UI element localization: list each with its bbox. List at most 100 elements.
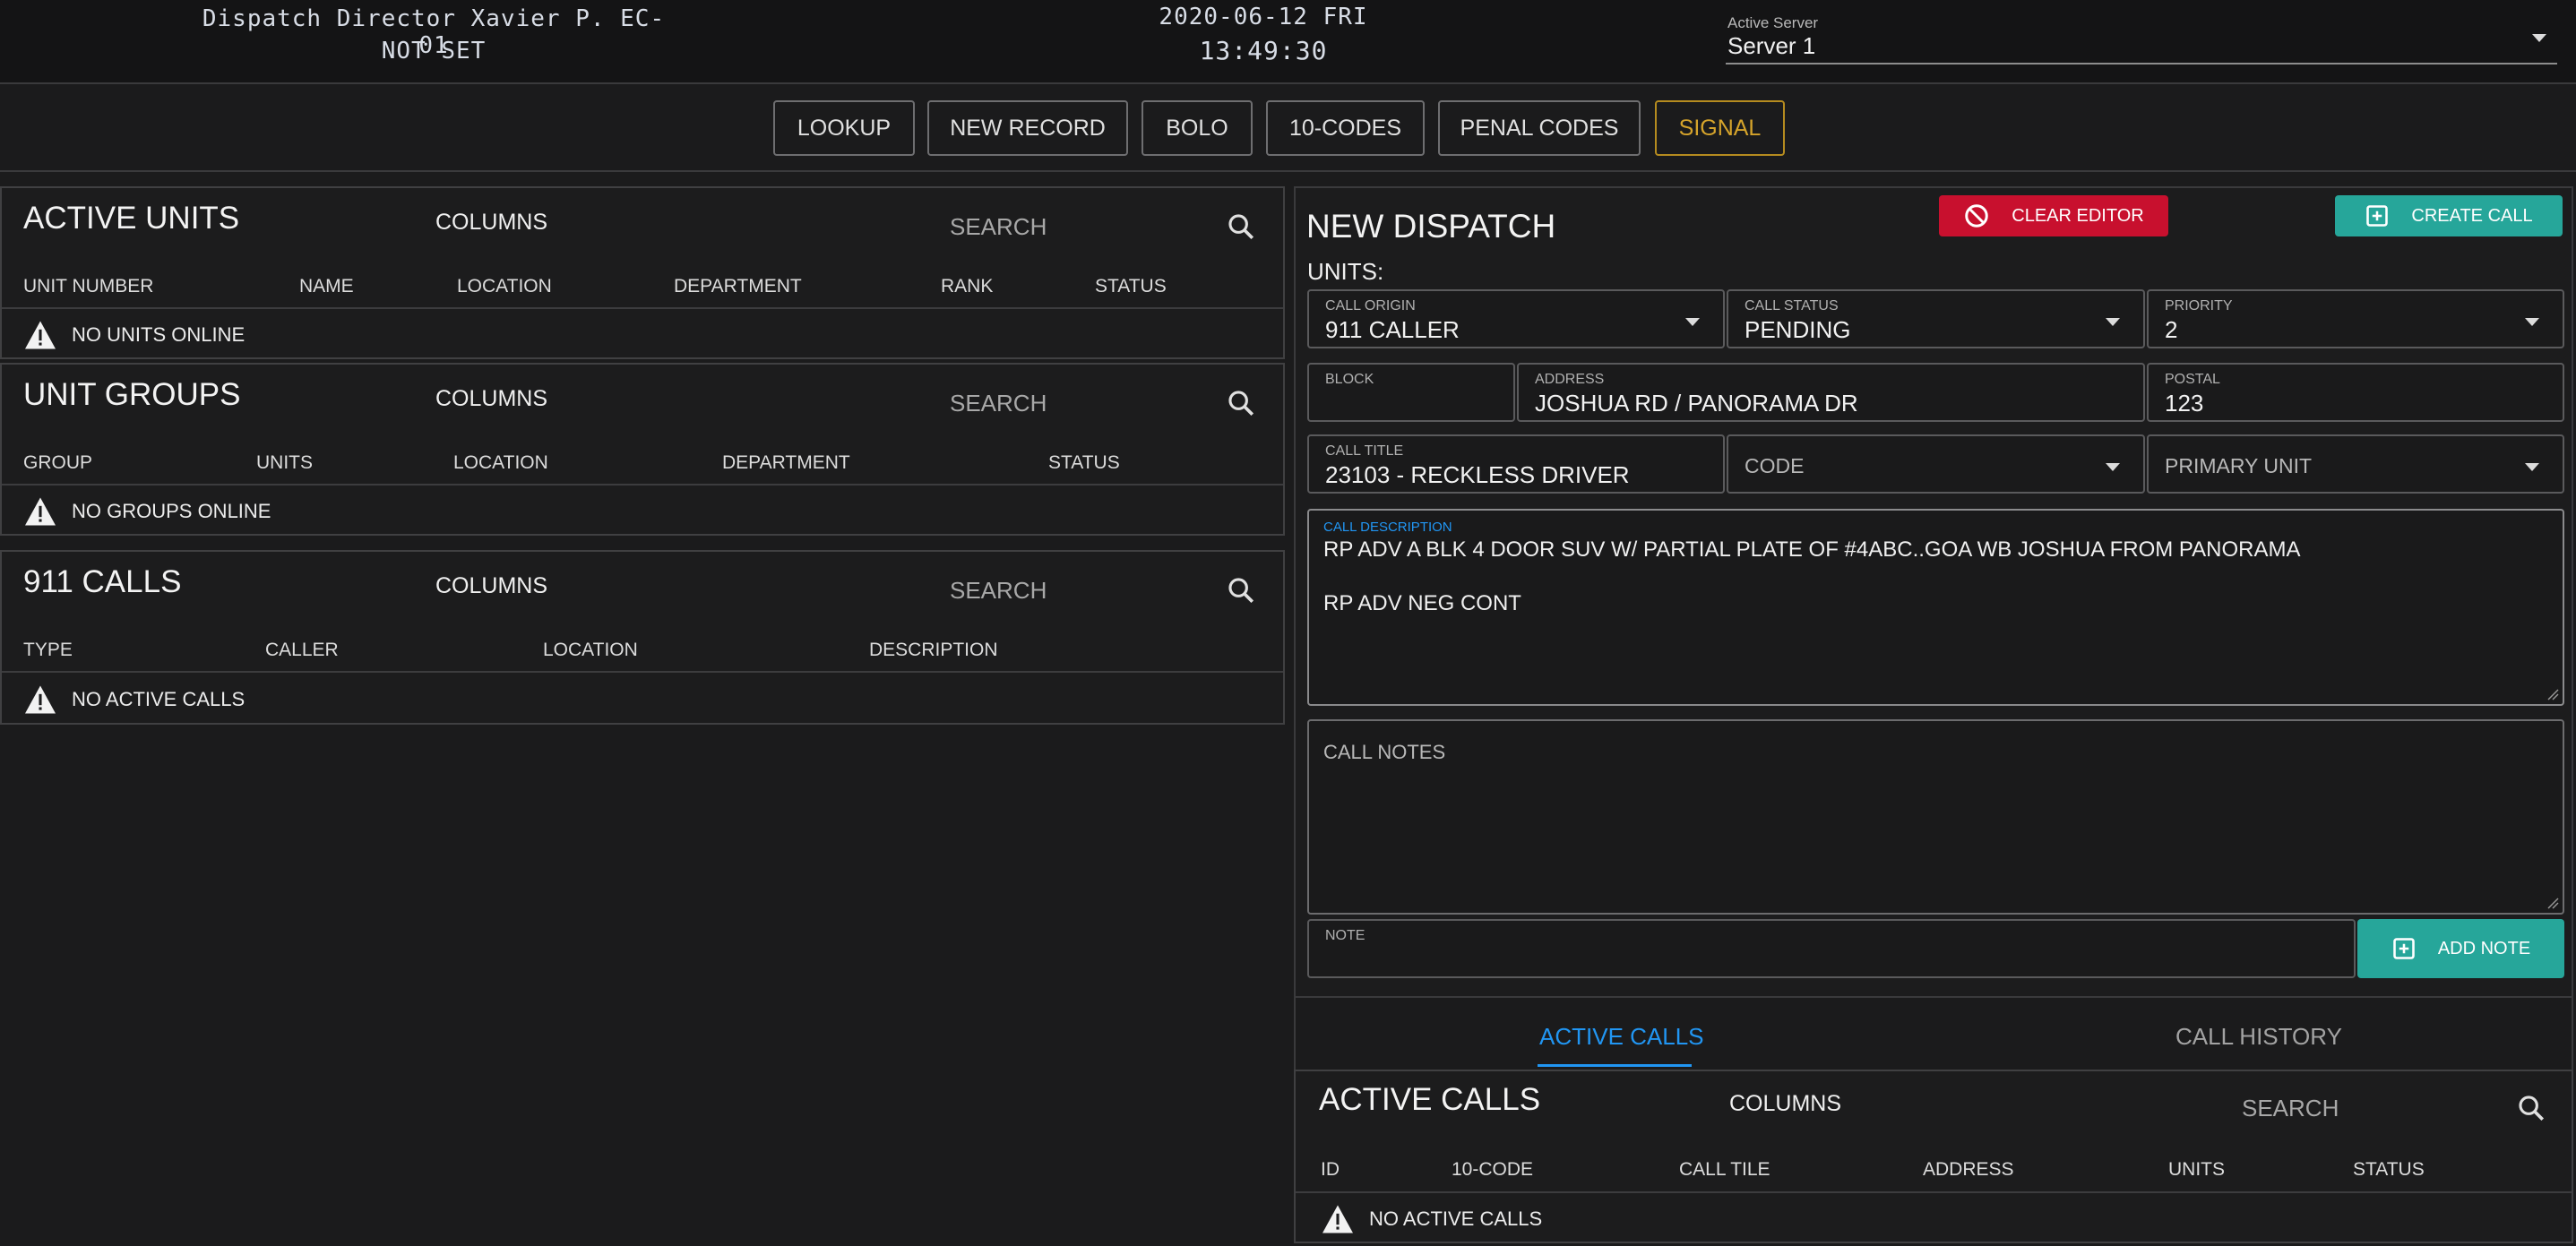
lookup-button[interactable]: LOOKUP (773, 100, 915, 156)
search-input[interactable]: SEARCH (950, 577, 1047, 605)
active-server-select[interactable]: Active Server Server 1 (1726, 13, 2557, 64)
chevron-down-icon (2106, 463, 2120, 471)
clear-editor-label: CLEAR EDITOR (2012, 205, 2144, 226)
search-icon[interactable] (1226, 211, 1256, 242)
add-note-label: ADD NOTE (2437, 938, 2531, 958)
address-label: ADDRESS (1535, 372, 1605, 387)
search-icon[interactable] (2516, 1093, 2546, 1123)
note-input[interactable]: NOTE (1307, 919, 2356, 978)
column-header: UNITS (2168, 1159, 2225, 1180)
column-header: STATUS (2353, 1159, 2425, 1180)
add-box-icon (2366, 205, 2389, 227)
column-header: STATUS (1095, 276, 1167, 296)
divider (2, 307, 1283, 309)
call-origin-select[interactable]: CALL ORIGIN 911 CALLER (1307, 289, 1725, 348)
add-box-icon (2393, 938, 2415, 959)
column-header: ID (1321, 1159, 1340, 1180)
search-input[interactable]: SEARCH (2242, 1095, 2339, 1122)
code-select[interactable]: CODE (1727, 434, 2145, 494)
warning-icon (25, 497, 56, 526)
empty-state-row: NO UNITS ONLINE (23, 317, 245, 353)
column-header: NAME (299, 276, 354, 296)
address-field[interactable]: ADDRESS JOSHUA RD / PANORAMA DR (1517, 363, 2145, 422)
resize-handle-icon[interactable] (2546, 688, 2559, 700)
column-header: UNITS (256, 452, 313, 473)
call-notes-textarea[interactable]: CALL NOTES (1307, 719, 2564, 915)
penal-codes-button[interactable]: PENAL CODES (1438, 100, 1641, 156)
tab-call-history[interactable]: CALL HISTORY (2175, 1023, 2342, 1051)
column-header: LOCATION (543, 640, 638, 660)
column-header: CALLER (265, 640, 339, 660)
call-description-textarea[interactable]: CALL DESCRIPTION RP ADV A BLK 4 DOOR SUV… (1307, 509, 2564, 706)
column-header: RANK (941, 276, 994, 296)
call-title-label: CALL TITLE (1325, 443, 1404, 459)
active-server-value: Server 1 (1727, 32, 1816, 59)
panel-title: ACTIVE CALLS (1319, 1082, 1541, 1117)
active-server-label: Active Server (1727, 14, 1819, 31)
call-origin-value: 911 CALLER (1325, 316, 1460, 343)
column-header: DEPARTMENT (722, 452, 850, 473)
resize-handle-icon[interactable] (2546, 897, 2559, 909)
call-status-select[interactable]: CALL STATUS PENDING (1727, 289, 2145, 348)
priority-label: PRIORITY (2165, 298, 2233, 314)
ten-codes-button[interactable]: 10-CODES (1266, 100, 1425, 156)
search-input[interactable]: SEARCH (950, 213, 1047, 241)
unit-groups-panel: UNIT GROUPS COLUMNS SEARCH GROUP UNITS L… (0, 363, 1285, 536)
block-label: BLOCK (1325, 372, 1374, 387)
signal-button[interactable]: SIGNAL (1655, 100, 1785, 156)
call-status-label: CALL STATUS (1745, 298, 1839, 314)
postal-label: POSTAL (2165, 372, 2220, 387)
chevron-down-icon (2525, 318, 2539, 326)
panel-title: UNIT GROUPS (23, 377, 241, 412)
priority-value: 2 (2165, 316, 2178, 343)
active-units-panel: ACTIVE UNITS COLUMNS SEARCH UNIT NUMBER … (0, 186, 1285, 359)
primary-unit-select[interactable]: PRIMARY UNIT (2147, 434, 2564, 494)
dispatch-title: NEW DISPATCH (1306, 208, 1556, 245)
create-call-label: CREATE CALL (2411, 205, 2533, 226)
columns-button[interactable]: COLUMNS (1729, 1091, 1841, 1117)
empty-state-text: NO ACTIVE CALLS (72, 688, 246, 710)
divider (2, 484, 1283, 486)
column-header: LOCATION (453, 452, 548, 473)
search-icon[interactable] (1226, 575, 1256, 606)
empty-state-text: NO ACTIVE CALLS (1369, 1207, 1543, 1230)
header-date: 2020-06-12 FRI (1159, 4, 1368, 30)
empty-state-row: NO ACTIVE CALLS (1321, 1200, 1542, 1238)
bolo-button[interactable]: BOLO (1142, 100, 1253, 156)
call-origin-label: CALL ORIGIN (1325, 298, 1416, 314)
divider (1296, 1191, 2572, 1193)
column-header: CALL TILE (1679, 1159, 1770, 1180)
column-header: GROUP (23, 452, 93, 473)
panel-title: ACTIVE UNITS (23, 201, 240, 236)
call-notes-placeholder: CALL NOTES (1323, 741, 1446, 763)
column-header: STATUS (1048, 452, 1120, 473)
chevron-down-icon (1685, 318, 1700, 326)
priority-select[interactable]: PRIORITY 2 (2147, 289, 2564, 348)
dispatcher-status: NOT SET (381, 38, 487, 64)
units-label: UNITS: (1307, 258, 1384, 285)
postal-field[interactable]: POSTAL 123 (2147, 363, 2564, 422)
columns-button[interactable]: COLUMNS (435, 210, 547, 236)
columns-button[interactable]: COLUMNS (435, 573, 547, 599)
call-description-label: CALL DESCRIPTION (1323, 520, 1452, 535)
calls-911-panel: 911 CALLS COLUMNS SEARCH TYPE CALLER LOC… (0, 550, 1285, 725)
empty-state-row: NO ACTIVE CALLS (23, 681, 245, 718)
columns-button[interactable]: COLUMNS (435, 386, 547, 412)
warning-icon (25, 685, 56, 714)
tab-indicator (1538, 1064, 1692, 1067)
column-header: DEPARTMENT (674, 276, 802, 296)
nav-bar: LOOKUP NEW RECORD BOLO 10-CODES PENAL CO… (0, 86, 2576, 172)
address-value: JOSHUA RD / PANORAMA DR (1535, 390, 1858, 417)
code-placeholder: CODE (1745, 454, 1805, 477)
call-title-field[interactable]: CALL TITLE 23103 - RECKLESS DRIVER (1307, 434, 1725, 494)
new-record-button[interactable]: NEW RECORD (927, 100, 1128, 156)
tab-active-calls[interactable]: ACTIVE CALLS (1539, 1023, 1704, 1051)
search-icon[interactable] (1226, 388, 1256, 418)
clear-editor-button[interactable]: CLEAR EDITOR (1939, 195, 2168, 236)
create-call-button[interactable]: CREATE CALL (2335, 195, 2563, 236)
chevron-down-icon (2525, 463, 2539, 471)
primary-unit-placeholder: PRIMARY UNIT (2165, 454, 2313, 477)
block-field[interactable]: BLOCK (1307, 363, 1515, 422)
add-note-button[interactable]: ADD NOTE (2357, 919, 2564, 978)
search-input[interactable]: SEARCH (950, 390, 1047, 417)
